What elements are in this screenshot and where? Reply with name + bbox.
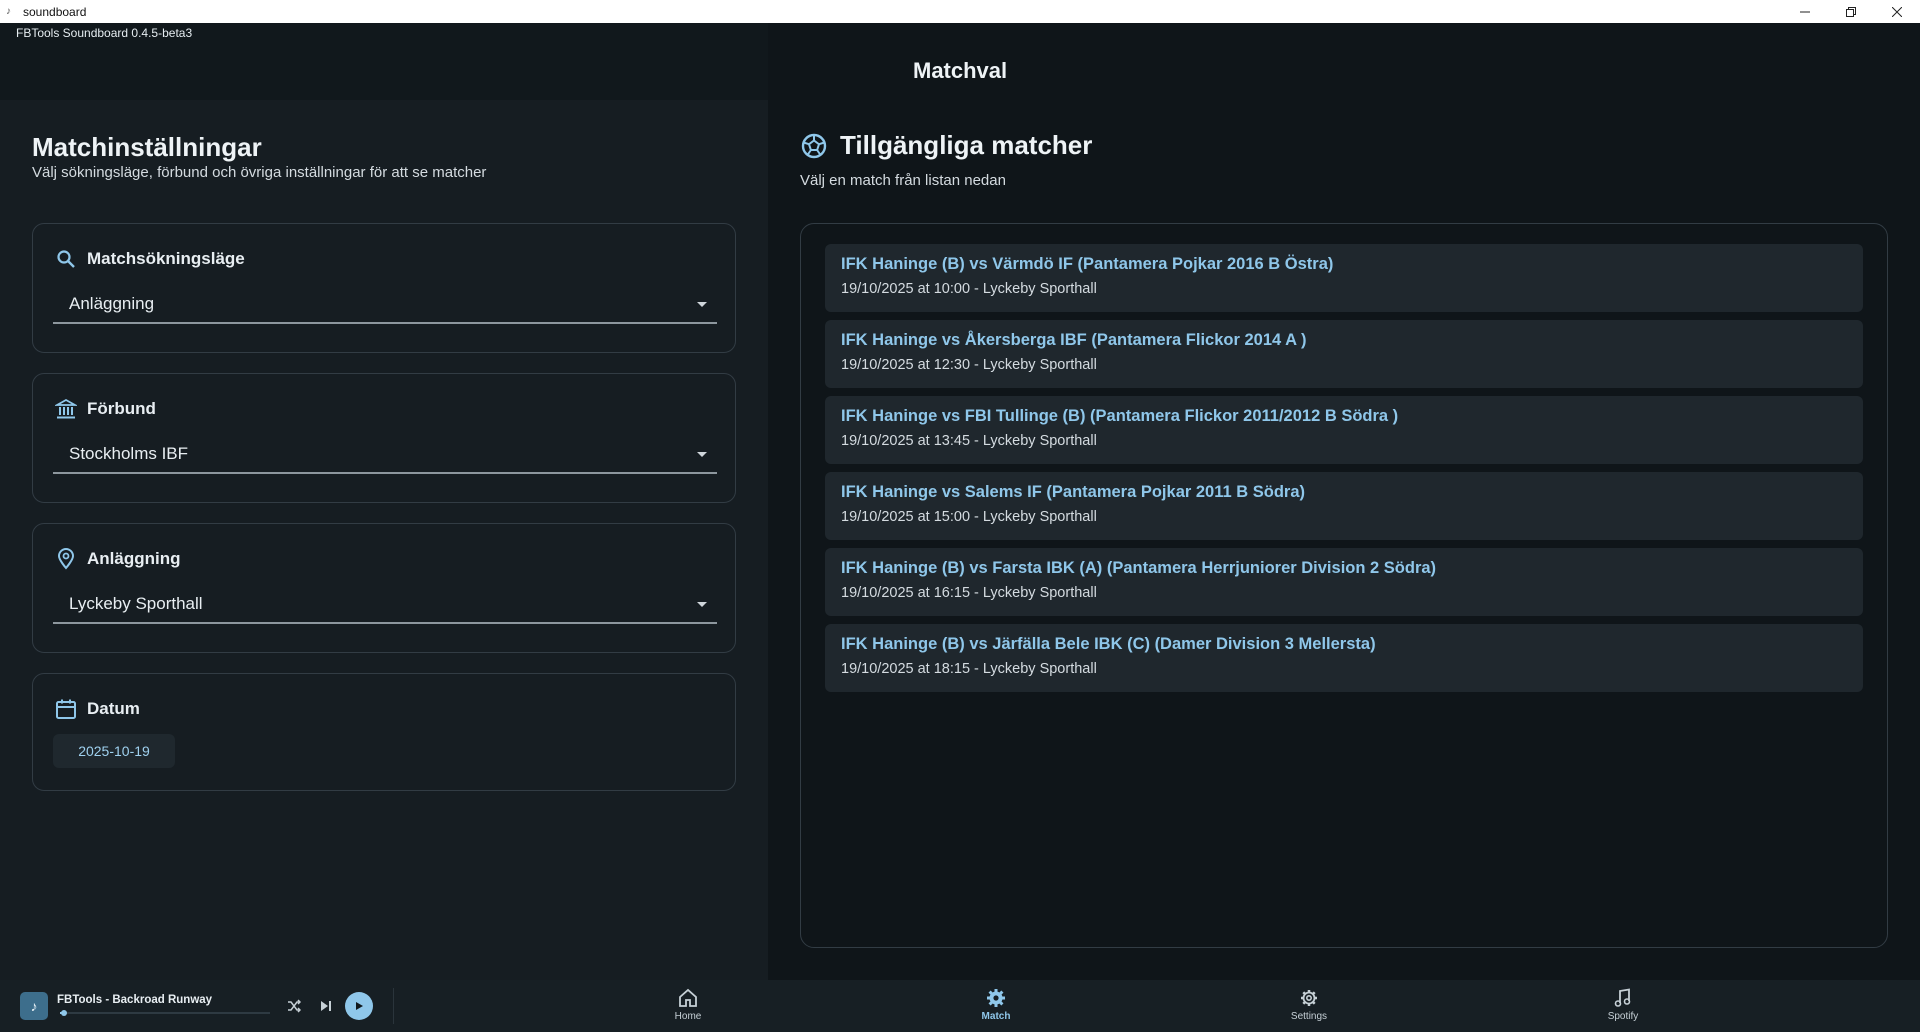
- skip-next-icon: [321, 1001, 331, 1011]
- match-list-item[interactable]: IFK Haninge vs Salems IF (Pantamera Pojk…: [825, 472, 1863, 540]
- nav-label: Settings: [1290, 1011, 1328, 1022]
- page-title: Matchval: [913, 58, 1008, 83]
- gear-icon: [986, 988, 1006, 1008]
- soccer-ball-icon: [800, 132, 828, 160]
- window-title: soundboard: [23, 4, 87, 19]
- gear-icon: [1299, 988, 1319, 1008]
- match-settings-panel: Matchinställningar Välj sökningsläge, fö…: [0, 100, 768, 980]
- available-matches-panel: Tillgängliga matcher Välj en match från …: [768, 100, 1920, 980]
- nav-settings[interactable]: Settings: [1259, 988, 1359, 1028]
- search-icon: [55, 248, 77, 270]
- close-button[interactable]: [1874, 0, 1920, 23]
- venue-header: Anläggning: [55, 548, 180, 570]
- venue-card: Anläggning Lyckeby Sporthall: [32, 523, 736, 653]
- match-details: 19/10/2025 at 16:15 - Lyckeby Sporthall: [841, 585, 1097, 601]
- location-pin-icon: [55, 548, 77, 570]
- match-title: IFK Haninge vs Salems IF (Pantamera Pojk…: [841, 483, 1306, 501]
- search-mode-label: Matchsökningsläge: [87, 249, 245, 268]
- search-mode-value: Anläggning: [69, 294, 155, 313]
- match-title: IFK Haninge vs Åkersberga IBF (Pantamera…: [841, 331, 1307, 349]
- nav-match[interactable]: Match: [946, 988, 1046, 1028]
- app-header: FBTools Soundboard 0.4.5-beta3 Matchval: [0, 23, 1920, 100]
- association-label: Förbund: [87, 399, 156, 418]
- match-details: 19/10/2025 at 13:45 - Lyckeby Sporthall: [841, 433, 1097, 449]
- shuffle-button[interactable]: [284, 996, 304, 1016]
- chevron-down-icon: [697, 602, 707, 607]
- os-title-bar: ♪ soundboard: [0, 0, 1920, 23]
- settings-heading: Matchinställningar: [32, 132, 262, 162]
- match-list-item[interactable]: IFK Haninge (B) vs Farsta IBK (A) (Panta…: [825, 548, 1863, 616]
- music-note-icon: ♪: [30, 998, 38, 1014]
- playback-progress[interactable]: [60, 1010, 270, 1016]
- match-title: IFK Haninge (B) vs Värmdö IF (Pantamera …: [841, 255, 1334, 273]
- match-title: IFK Haninge vs FBI Tullinge (B) (Pantame…: [841, 407, 1399, 425]
- matches-heading: Tillgängliga matcher: [840, 130, 1093, 160]
- association-card: Förbund Stockholms IBF: [32, 373, 736, 503]
- next-track-button[interactable]: [316, 996, 336, 1016]
- match-title: IFK Haninge (B) vs Järfälla Bele IBK (C)…: [841, 635, 1376, 653]
- progress-knob[interactable]: [61, 1010, 68, 1016]
- play-button[interactable]: [345, 992, 373, 1020]
- matches-subtitle: Välj en match från listan nedan: [800, 172, 1006, 189]
- window-controls: [1782, 0, 1920, 23]
- bank-icon: [55, 398, 77, 420]
- album-cover: ♪: [20, 992, 48, 1020]
- match-list-item[interactable]: IFK Haninge vs FBI Tullinge (B) (Pantame…: [825, 396, 1863, 464]
- association-header: Förbund: [55, 398, 156, 420]
- track-title: FBTools - Backroad Runway: [57, 994, 213, 1006]
- date-label: Datum: [87, 699, 140, 718]
- match-list-item[interactable]: IFK Haninge vs Åkersberga IBF (Pantamera…: [825, 320, 1863, 388]
- match-details: 19/10/2025 at 15:00 - Lyckeby Sporthall: [841, 509, 1097, 525]
- chevron-down-icon: [697, 452, 707, 457]
- nav-home[interactable]: Home: [638, 988, 738, 1028]
- chevron-down-icon: [697, 302, 707, 307]
- minimize-button[interactable]: [1782, 0, 1828, 23]
- minimize-icon: [1800, 11, 1810, 12]
- venue-label: Anläggning: [87, 549, 181, 568]
- match-details: 19/10/2025 at 18:15 - Lyckeby Sporthall: [841, 661, 1097, 677]
- association-select[interactable]: Stockholms IBF: [53, 440, 717, 474]
- restore-button[interactable]: [1828, 0, 1874, 23]
- match-list: IFK Haninge (B) vs Värmdö IF (Pantamera …: [800, 223, 1888, 948]
- date-card: Datum 2025-10-19: [32, 673, 736, 791]
- search-mode-header: Matchsökningsläge: [55, 248, 245, 270]
- venue-value: Lyckeby Sporthall: [69, 594, 203, 613]
- match-details: 19/10/2025 at 12:30 - Lyckeby Sporthall: [841, 357, 1097, 373]
- nav-label: Spotify: [1607, 1011, 1639, 1022]
- music-note-icon: [1613, 988, 1633, 1008]
- association-value: Stockholms IBF: [69, 444, 189, 463]
- calendar-icon: [55, 698, 77, 720]
- nav-label: Home: [674, 1011, 702, 1022]
- search-mode-card: Matchsökningsläge Anläggning: [32, 223, 736, 353]
- venue-select[interactable]: Lyckeby Sporthall: [53, 590, 717, 624]
- restore-icon: [1846, 6, 1856, 17]
- mini-player: ♪ FBTools - Backroad Runway: [20, 992, 390, 1022]
- home-icon: [678, 988, 698, 1008]
- player-divider: [393, 988, 394, 1024]
- date-header: Datum: [55, 698, 140, 720]
- match-list-item[interactable]: IFK Haninge (B) vs Värmdö IF (Pantamera …: [825, 244, 1863, 312]
- settings-subtitle: Välj sökningsläge, förbund och övriga in…: [32, 164, 487, 181]
- play-icon: [356, 1002, 363, 1010]
- match-list-item[interactable]: IFK Haninge (B) vs Järfälla Bele IBK (C)…: [825, 624, 1863, 692]
- close-icon: [1892, 6, 1902, 17]
- app-icon: ♪: [6, 5, 11, 17]
- matches-header: Tillgängliga matcher: [800, 130, 1092, 161]
- date-picker-button[interactable]: 2025-10-19: [53, 734, 175, 768]
- nav-spotify[interactable]: Spotify: [1573, 988, 1673, 1028]
- match-details: 19/10/2025 at 10:00 - Lyckeby Sporthall: [841, 281, 1097, 297]
- app-version-label: FBTools Soundboard 0.4.5-beta3: [16, 26, 193, 40]
- match-title: IFK Haninge (B) vs Farsta IBK (A) (Panta…: [841, 559, 1437, 577]
- nav-label: Match: [981, 1011, 1011, 1022]
- shuffle-icon: [288, 999, 301, 1013]
- bottom-bar: ♪ FBTools - Backroad Runway Home Match S…: [0, 980, 1920, 1032]
- search-mode-select[interactable]: Anläggning: [53, 290, 717, 324]
